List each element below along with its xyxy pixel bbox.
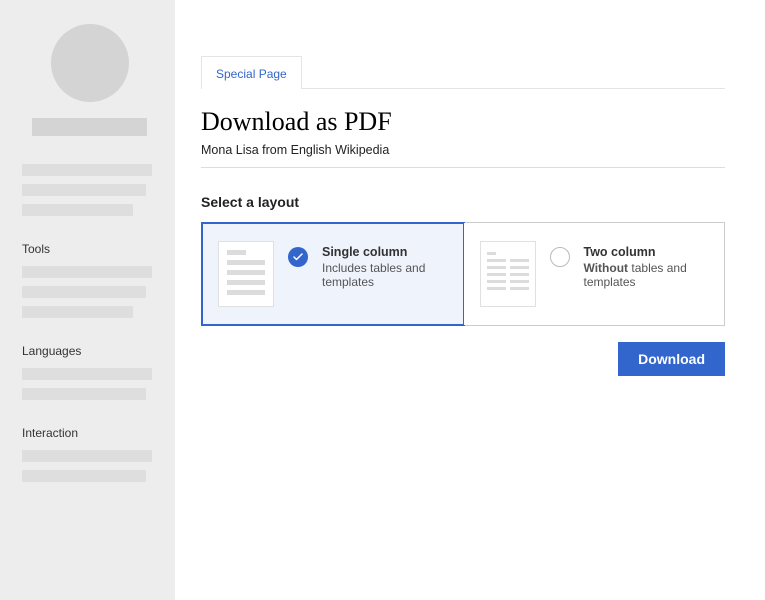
single-column-thumb <box>218 241 274 307</box>
tab-special-page[interactable]: Special Page <box>201 56 302 89</box>
layout-option-single[interactable]: Single column Includes tables and templa… <box>202 223 464 325</box>
placeholder-line <box>22 266 152 278</box>
layout-option-title: Two column <box>584 245 709 259</box>
placeholder-line <box>22 306 133 318</box>
placeholder-line <box>22 470 146 482</box>
layout-heading: Select a layout <box>201 194 725 210</box>
sidebar: Tools Languages Interaction <box>0 0 175 600</box>
tab-bar: Special Page <box>201 56 725 89</box>
two-column-thumb <box>480 241 536 307</box>
page-subtitle: Mona Lisa from English Wikipedia <box>201 143 725 168</box>
layout-option-text: Two column Without tables and templates <box>584 245 709 289</box>
sidebar-section-interaction: Interaction <box>22 426 157 440</box>
download-button[interactable]: Download <box>618 342 725 376</box>
layout-option-desc: Includes tables and templates <box>322 261 447 289</box>
radio-unchecked-icon <box>550 247 570 267</box>
layout-option-two[interactable]: Two column Without tables and templates <box>464 223 725 325</box>
page-title: Download as PDF <box>201 107 725 137</box>
sidebar-section-languages: Languages <box>22 344 157 358</box>
placeholder-line <box>22 286 146 298</box>
name-placeholder <box>32 118 147 136</box>
layout-option-desc: Without tables and templates <box>584 261 709 289</box>
layout-options: Single column Includes tables and templa… <box>201 222 725 326</box>
action-bar: Download <box>201 342 725 376</box>
placeholder-line <box>22 368 152 380</box>
avatar-placeholder <box>51 24 129 102</box>
layout-option-title: Single column <box>322 245 447 259</box>
placeholder-line <box>22 450 152 462</box>
sidebar-section-tools: Tools <box>22 242 157 256</box>
layout-option-text: Single column Includes tables and templa… <box>322 245 447 289</box>
main-content: Special Page Download as PDF Mona Lisa f… <box>175 0 765 600</box>
placeholder-line <box>22 388 146 400</box>
placeholder-line <box>22 184 146 196</box>
radio-checked-icon <box>288 247 308 267</box>
placeholder-line <box>22 204 133 216</box>
placeholder-line <box>22 164 152 176</box>
